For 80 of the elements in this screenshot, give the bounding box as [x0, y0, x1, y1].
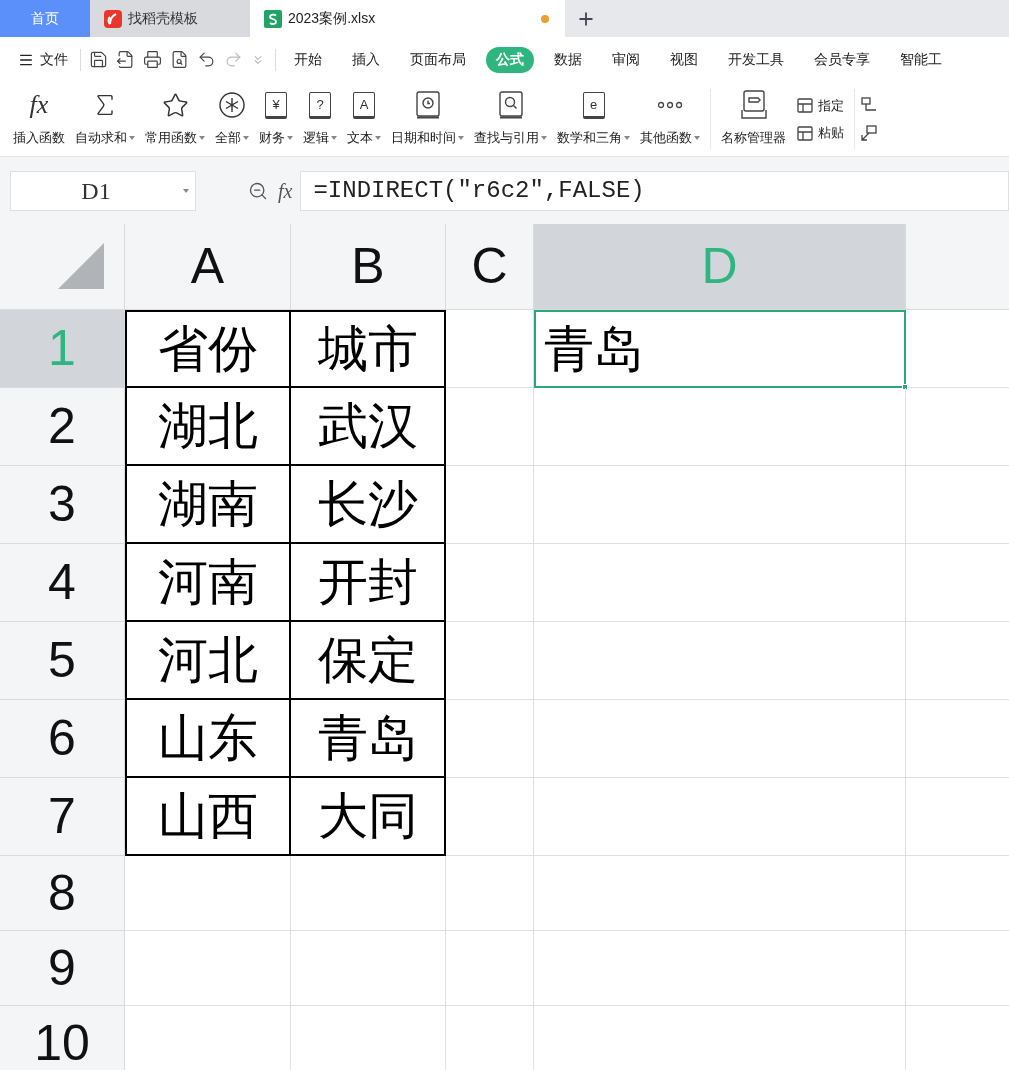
table-icon [796, 123, 814, 142]
row-header[interactable]: 9 [0, 931, 125, 1006]
trace-icon[interactable] [861, 97, 877, 113]
ribbon-button[interactable]: 查找与引用 [474, 90, 547, 148]
function-glyph[interactable]: fx [278, 175, 293, 206]
menu-tab[interactable]: 审阅 [602, 46, 650, 73]
column-header[interactable]: A [125, 224, 291, 310]
name-tool-button[interactable]: 指定 [796, 95, 844, 115]
undo-icon[interactable] [197, 50, 216, 69]
save-icon[interactable] [89, 50, 108, 69]
function-glyph: fx [29, 91, 49, 120]
star-icon [161, 91, 189, 119]
export-icon[interactable] [116, 50, 135, 69]
table-icon [796, 96, 814, 115]
more-icon [657, 101, 683, 110]
file-menu[interactable]: 文件 [18, 49, 68, 70]
ribbon-button[interactable]: 其他函数 [640, 90, 700, 148]
ribbon-button[interactable]: 日期和时间 [391, 90, 464, 148]
link-icon[interactable] [861, 125, 877, 141]
row-header[interactable]: 5 [0, 622, 125, 700]
table-cell: 省份 [125, 310, 291, 388]
name-box[interactable]: D1 [10, 170, 196, 211]
icon-glyph: ¥ [272, 97, 280, 111]
menu-tab[interactable]: 页面布局 [400, 46, 476, 73]
document-tab[interactable]: 找稻壳模板 [90, 0, 250, 37]
row-header[interactable]: 6 [0, 700, 125, 778]
zoom-icon[interactable] [248, 180, 268, 201]
menu-tab[interactable]: 视图 [660, 46, 708, 73]
menu-tab[interactable]: 智能工 [890, 46, 952, 73]
table-cell: 青岛 [534, 310, 906, 388]
icon-glyph: e [589, 97, 598, 111]
ribbon-button[interactable]: ? 逻辑 [303, 90, 337, 148]
row-header[interactable]: 10 [0, 1006, 125, 1070]
ribbon-button[interactable]: 全部 [215, 90, 249, 148]
table-cell: 长沙 [291, 466, 446, 544]
row-header[interactable]: 2 [0, 388, 125, 466]
table-cell: 湖北 [125, 388, 291, 466]
ribbon-button[interactable]: 自动求和 [75, 90, 135, 148]
clock-book-icon [415, 91, 440, 120]
table-cell: 大同 [291, 778, 446, 856]
table-cell: 保定 [291, 622, 446, 700]
template-logo-icon [104, 9, 122, 28]
document-tab[interactable]: 2023案例.xlsx [250, 0, 565, 37]
menu-tab[interactable]: 数据 [544, 46, 592, 73]
ribbon-button[interactable]: 常用函数 [145, 90, 205, 148]
ribbon-button[interactable]: fx 插入函数 [13, 90, 65, 148]
ribbon-button[interactable]: ¥ 财务 [259, 90, 293, 148]
fill-handle[interactable] [902, 384, 908, 390]
row-header[interactable]: 3 [0, 466, 125, 544]
menu-tab[interactable]: 开发工具 [718, 46, 794, 73]
menu-tab[interactable]: 插入 [342, 46, 390, 73]
tag-tray-icon [740, 90, 767, 121]
ribbon-button[interactable]: e 数学和三角 [557, 90, 630, 148]
table-cell: 城市 [291, 310, 446, 388]
table-cell: 武汉 [291, 388, 446, 466]
name-tool-button[interactable]: 粘贴 [796, 123, 844, 143]
menu-tab[interactable]: 会员专享 [804, 46, 880, 73]
icon-glyph: A [359, 97, 369, 111]
print-preview-icon[interactable] [170, 50, 189, 69]
table-cell: 青岛 [291, 700, 446, 778]
column-header[interactable]: B [291, 224, 446, 310]
row-header[interactable]: 7 [0, 778, 125, 856]
spreadsheet-logo-icon [264, 9, 282, 28]
caret-icon [183, 188, 189, 193]
asterisk-circle-icon [218, 91, 246, 120]
table-cell: 河北 [125, 622, 291, 700]
table-cell: 河南 [125, 544, 291, 622]
row-header[interactable]: 4 [0, 544, 125, 622]
row-header[interactable]: 8 [0, 856, 125, 931]
ribbon-button[interactable]: A 文本 [347, 90, 381, 148]
search-book-icon [498, 91, 523, 120]
table-cell: 开封 [291, 544, 446, 622]
icon-glyph: ? [316, 97, 324, 111]
table-cell: 山东 [125, 700, 291, 778]
table-cell: 湖南 [125, 466, 291, 544]
table-cell: 山西 [125, 778, 291, 856]
name-manager-button[interactable]: 名称管理器 [721, 90, 786, 148]
formula-field[interactable]: =INDIRECT(″r6c2″,FALSE) [300, 170, 1009, 211]
print-icon[interactable] [143, 50, 162, 69]
menu-tab[interactable]: 开始 [284, 46, 332, 73]
